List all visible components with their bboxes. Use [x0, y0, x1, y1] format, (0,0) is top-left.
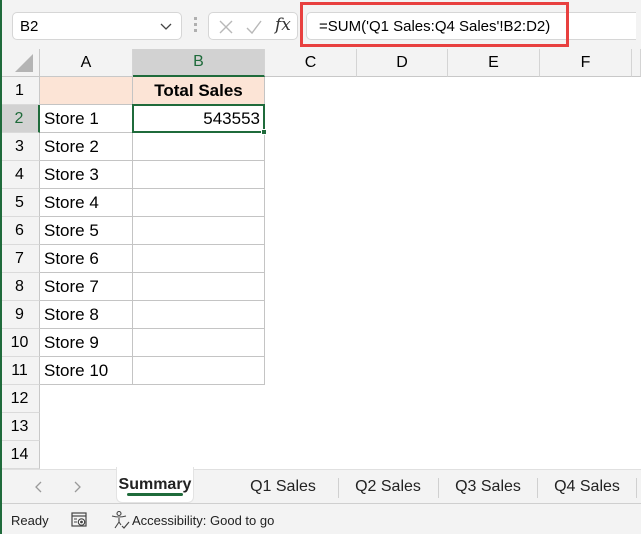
- row-header-5[interactable]: 5: [0, 189, 40, 217]
- cell-b6[interactable]: [133, 217, 265, 245]
- tab-q4-sales[interactable]: Q4 Sales: [547, 470, 627, 504]
- cell-b8[interactable]: [133, 273, 265, 301]
- row-header-10[interactable]: 10: [0, 329, 40, 357]
- cell-b9[interactable]: [133, 301, 265, 329]
- fill-handle[interactable]: [261, 129, 267, 135]
- status-bar: Ready Accessibility: Good to go: [0, 504, 641, 534]
- macro-recording-icon[interactable]: [70, 511, 88, 529]
- chevron-down-icon[interactable]: [157, 17, 175, 35]
- select-all-button[interactable]: [0, 49, 40, 77]
- accessibility-icon[interactable]: [110, 510, 130, 530]
- x-icon[interactable]: [217, 18, 235, 36]
- row-header-8[interactable]: 8: [0, 273, 40, 301]
- cell-a1[interactable]: [40, 77, 133, 105]
- row-header-2[interactable]: 2: [0, 105, 40, 133]
- tab-summary[interactable]: Summary: [116, 467, 194, 503]
- row-header-13[interactable]: 13: [0, 413, 40, 441]
- row-header-14[interactable]: 14: [0, 441, 40, 469]
- sheet-tab-bar: Summary Q1 Sales Q2 Sales Q3 Sales Q4 Sa…: [0, 467, 641, 504]
- spreadsheet-grid[interactable]: A B C D E F 1 2 3 4 5 6 7 8 9 10 11 12 13 14 Store 1 Store 2S…: [0, 49, 641, 469]
- formula-buttons: fx: [208, 12, 298, 40]
- cell-b4[interactable]: [133, 161, 265, 189]
- tab-label: Q2 Sales: [355, 478, 421, 495]
- cell-b1[interactable]: Total Sales: [133, 77, 265, 105]
- cell-a11[interactable]: Store 10: [40, 357, 133, 385]
- tab-divider: [338, 478, 339, 498]
- tab-divider: [438, 478, 439, 498]
- cell-a2[interactable]: Store 1: [40, 105, 133, 133]
- cell-b2[interactable]: 543553: [133, 105, 265, 133]
- cell-a7[interactable]: Store 6: [40, 245, 133, 273]
- column-header-a[interactable]: A: [40, 49, 133, 77]
- row-header-12[interactable]: 12: [0, 385, 40, 413]
- insert-function-button[interactable]: fx: [275, 15, 291, 35]
- name-box[interactable]: B2: [12, 12, 182, 40]
- check-icon[interactable]: [245, 18, 263, 36]
- cell-b5[interactable]: [133, 189, 265, 217]
- row-header-9[interactable]: 9: [0, 301, 40, 329]
- formula-highlight-box: [300, 2, 569, 47]
- cell-b3[interactable]: [133, 133, 265, 161]
- tab-q2-sales[interactable]: Q2 Sales: [348, 470, 428, 504]
- cell-b7[interactable]: [133, 245, 265, 273]
- row-header-3[interactable]: 3: [0, 133, 40, 161]
- accessibility-status[interactable]: Accessibility: Good to go: [132, 513, 274, 528]
- cell-b11[interactable]: [133, 357, 265, 385]
- cell-a9[interactable]: Store 8: [40, 301, 133, 329]
- status-mode: Ready: [11, 513, 49, 528]
- cell-a3[interactable]: Store 2: [40, 133, 133, 161]
- tab-label: Q4 Sales: [554, 478, 620, 495]
- row-header-4[interactable]: 4: [0, 161, 40, 189]
- column-header-f[interactable]: F: [540, 49, 632, 77]
- column-header-e[interactable]: E: [448, 49, 540, 77]
- cell-a4[interactable]: Store 3: [40, 161, 133, 189]
- column-header-d[interactable]: D: [357, 49, 448, 77]
- row-header-6[interactable]: 6: [0, 217, 40, 245]
- window-edge: [0, 0, 2, 534]
- formula-bar-area: B2 fx =SUM('Q1 Sales:Q4 Sales'!B2:D2): [0, 0, 641, 49]
- column-header-g[interactable]: [632, 49, 641, 77]
- chevron-right-icon[interactable]: [68, 478, 86, 496]
- tab-q1-sales[interactable]: Q1 Sales: [243, 470, 323, 504]
- tab-q3-sales[interactable]: Q3 Sales: [448, 470, 528, 504]
- cell-b10[interactable]: [133, 329, 265, 357]
- cell-a6[interactable]: Store 5: [40, 217, 133, 245]
- column-header-b[interactable]: B: [133, 49, 265, 77]
- cell-a8[interactable]: Store 7: [40, 273, 133, 301]
- tab-divider: [636, 478, 637, 498]
- cell-a5[interactable]: Store 4: [40, 189, 133, 217]
- chevron-left-icon[interactable]: [30, 478, 48, 496]
- tab-label: Summary: [118, 475, 192, 493]
- tab-label: Q3 Sales: [455, 478, 521, 495]
- name-box-value: B2: [20, 17, 39, 35]
- cell-a10[interactable]: Store 9: [40, 329, 133, 357]
- row-header-1[interactable]: 1: [0, 77, 40, 105]
- row-header-11[interactable]: 11: [0, 357, 40, 385]
- tab-divider: [537, 478, 538, 498]
- tab-label: Q1 Sales: [250, 478, 316, 495]
- row-header-7[interactable]: 7: [0, 245, 40, 273]
- formula-bar-grip[interactable]: [194, 17, 198, 35]
- column-header-c[interactable]: C: [265, 49, 357, 77]
